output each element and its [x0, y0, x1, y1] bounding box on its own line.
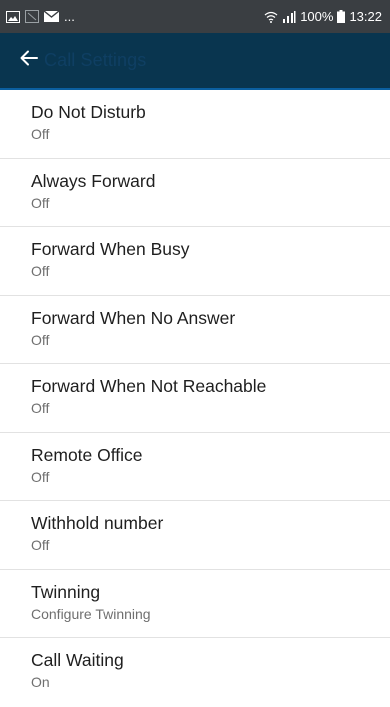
setting-forward-when-no-answer[interactable]: Forward When No Answer Off	[0, 296, 390, 364]
clock-time: 13:22	[349, 9, 382, 24]
image-icon	[25, 10, 39, 23]
setting-value: Off	[31, 400, 50, 416]
setting-title: Forward When Busy	[31, 239, 190, 259]
setting-remote-office[interactable]: Remote Office Off	[0, 433, 390, 501]
setting-withhold-number[interactable]: Withhold number Off	[0, 501, 390, 570]
setting-title: Forward When No Answer	[31, 307, 236, 328]
page-title: Call Settings	[44, 50, 147, 70]
setting-title: Withhold number	[31, 513, 164, 533]
setting-title: Forward When Not Reachable	[31, 376, 267, 396]
gallery-icon	[6, 10, 20, 23]
setting-title: Always Forward	[31, 170, 156, 191]
setting-forward-when-busy[interactable]: Forward When Busy Off	[0, 227, 390, 296]
setting-title: Remote Office	[31, 444, 143, 465]
battery-icon	[337, 10, 346, 23]
setting-value: Configure Twinning	[31, 605, 151, 622]
app-bar: Call Settings	[0, 33, 390, 90]
signal-icon	[282, 10, 296, 23]
arrow-left-icon	[20, 50, 38, 71]
wifi-icon	[264, 11, 278, 23]
mail-icon	[44, 11, 59, 22]
setting-value: Off	[31, 194, 50, 211]
setting-value: Off	[31, 126, 50, 142]
setting-forward-when-not-reachable[interactable]: Forward When Not Reachable Off	[0, 364, 390, 433]
status-bar: ... 100% 13:22	[0, 0, 390, 33]
settings-list: Do Not Disturb Off Always Forward Off Fo…	[0, 90, 390, 707]
setting-do-not-disturb[interactable]: Do Not Disturb Off	[0, 90, 390, 159]
setting-twinning[interactable]: Twinning Configure Twinning	[0, 570, 390, 638]
setting-value: Off	[31, 331, 50, 348]
status-bar-system: 100% 13:22	[264, 9, 382, 24]
setting-value: Off	[31, 263, 50, 279]
status-bar-notifications: ...	[6, 9, 75, 24]
more-notifications-text: ...	[64, 9, 75, 24]
battery-percent: 100%	[300, 9, 334, 24]
setting-value: On	[31, 674, 50, 690]
setting-title: Do Not Disturb	[31, 102, 146, 122]
setting-call-waiting[interactable]: Call Waiting On	[0, 638, 390, 707]
setting-always-forward[interactable]: Always Forward Off	[0, 159, 390, 227]
setting-value: Off	[31, 537, 50, 553]
setting-title: Call Waiting	[31, 650, 124, 670]
setting-value: Off	[31, 468, 50, 485]
setting-title: Twinning	[31, 581, 101, 602]
